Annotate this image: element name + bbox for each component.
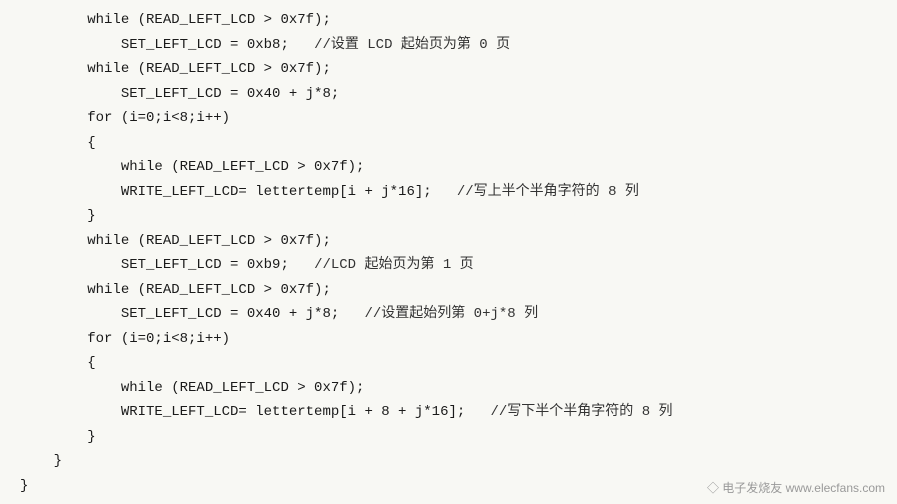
code-container: while (READ_LEFT_LCD > 0x7f); SET_LEFT_L… xyxy=(0,0,897,504)
code-line: WRITE_LEFT_LCD= lettertemp[i + j*16]; //… xyxy=(20,180,885,205)
code-line: SET_LEFT_LCD = 0x40 + j*8; xyxy=(20,82,885,107)
watermark: ◇ 电子发烧友 www.elecfans.com xyxy=(707,479,885,496)
code-comment: //写下半个半角字符的 8 列 xyxy=(490,404,672,420)
code-comment: //设置起始列第 0+j*8 列 xyxy=(364,306,538,322)
code-line: SET_LEFT_LCD = 0xb8; //设置 LCD 起始页为第 0 页 xyxy=(20,33,885,58)
code-line: while (READ_LEFT_LCD > 0x7f); xyxy=(20,8,885,33)
code-line: SET_LEFT_LCD = 0xb9; //LCD 起始页为第 1 页 xyxy=(20,253,885,278)
code-line: while (READ_LEFT_LCD > 0x7f); xyxy=(20,376,885,401)
code-comment: //设置 LCD 起始页为第 0 页 xyxy=(314,37,510,53)
code-line: WRITE_LEFT_LCD= lettertemp[i + 8 + j*16]… xyxy=(20,400,885,425)
code-comment: //写上半个半角字符的 8 列 xyxy=(457,184,639,200)
code-line: { xyxy=(20,351,885,376)
code-block: while (READ_LEFT_LCD > 0x7f); SET_LEFT_L… xyxy=(20,8,885,498)
code-line: } xyxy=(20,449,885,474)
code-line: for (i=0;i<8;i++) xyxy=(20,327,885,352)
code-line: } xyxy=(20,425,885,450)
code-line: while (READ_LEFT_LCD > 0x7f); xyxy=(20,229,885,254)
code-line: for (i=0;i<8;i++) xyxy=(20,106,885,131)
code-line: while (READ_LEFT_LCD > 0x7f); xyxy=(20,155,885,180)
code-line: } xyxy=(20,204,885,229)
code-line: SET_LEFT_LCD = 0x40 + j*8; //设置起始列第 0+j*… xyxy=(20,302,885,327)
code-line: while (READ_LEFT_LCD > 0x7f); xyxy=(20,278,885,303)
code-line: while (READ_LEFT_LCD > 0x7f); xyxy=(20,57,885,82)
code-comment: //LCD 起始页为第 1 页 xyxy=(314,257,474,273)
code-line: { xyxy=(20,131,885,156)
